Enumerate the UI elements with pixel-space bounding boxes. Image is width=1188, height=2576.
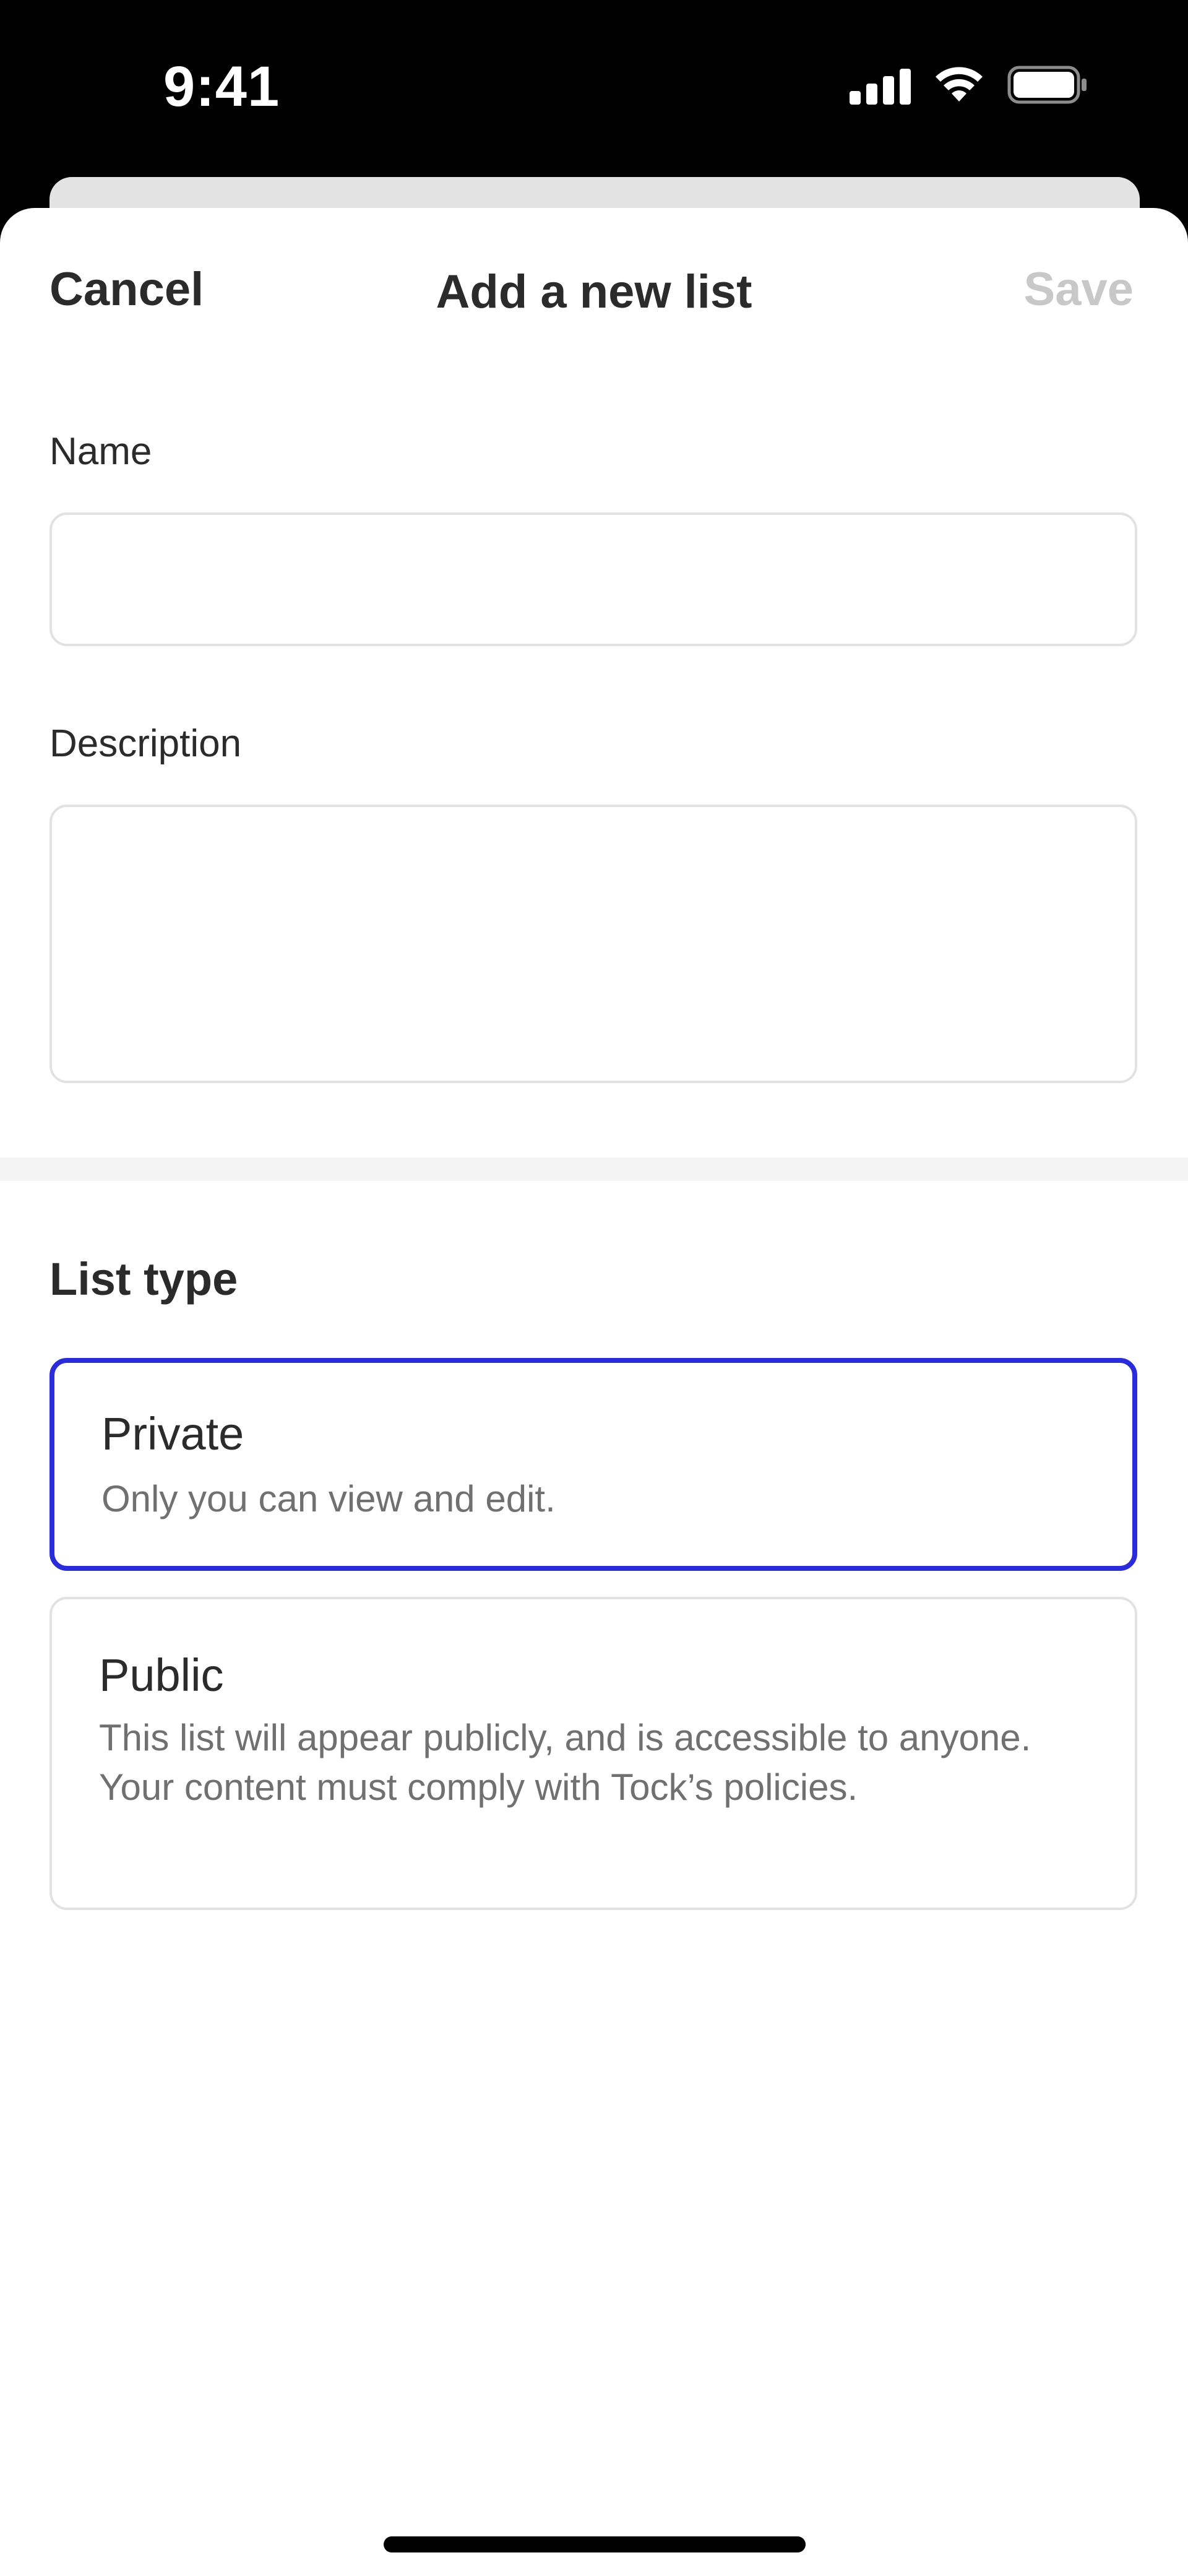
description-input[interactable] [50, 805, 1137, 1083]
section-divider [0, 1157, 1188, 1181]
home-indicator [384, 2536, 806, 2552]
option-title: Public [99, 1649, 224, 1701]
nav-bar: Add a new list Cancel Save [0, 208, 1188, 381]
add-list-sheet: Add a new list Cancel Save Name Descript… [0, 208, 1188, 2576]
list-type-option-public[interactable]: Public This list will appear publicly, a… [50, 1597, 1137, 1910]
status-time: 9:41 [163, 55, 280, 118]
status-bar: 9:41 [0, 0, 1188, 179]
cellular-signal-icon [850, 65, 911, 105]
name-input[interactable] [50, 512, 1137, 646]
wifi-icon [933, 66, 985, 104]
status-icons [850, 65, 1089, 105]
list-type-option-private[interactable]: Private Only you can view and edit. [50, 1358, 1137, 1571]
list-type-title: List type [50, 1253, 238, 1305]
option-description: This list will appear publicly, and is a… [99, 1717, 1031, 1808]
name-label: Name [50, 430, 152, 473]
option-description: Only you can view and edit. [101, 1478, 556, 1519]
cancel-button[interactable]: Cancel [50, 262, 204, 316]
battery-icon [1007, 66, 1089, 104]
option-title: Private [101, 1408, 244, 1459]
save-button[interactable]: Save [1024, 262, 1134, 316]
description-label: Description [50, 722, 242, 765]
